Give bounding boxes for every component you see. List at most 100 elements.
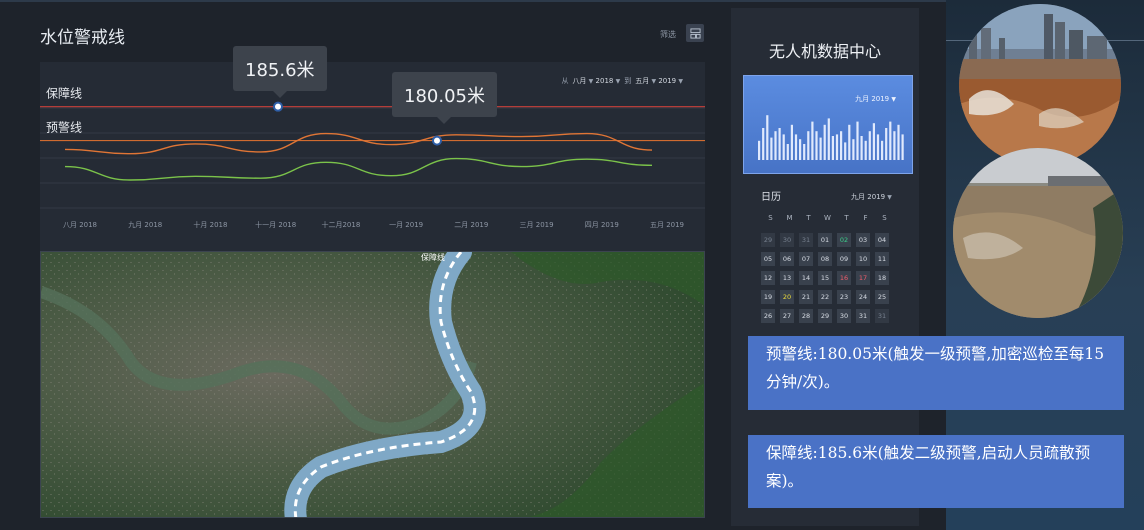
- x-tick-label: 八月 2018: [63, 221, 97, 229]
- calendar-weekday-row: SMTWTFS: [761, 214, 901, 228]
- calendar-day[interactable]: 03: [856, 233, 870, 247]
- map-canvas: 保障线: [41, 252, 704, 517]
- calendar-week-row: 19 20 21 22 23 24 25: [761, 290, 901, 304]
- calendar-weekday: S: [768, 214, 773, 222]
- drone-bar: [831, 136, 834, 160]
- drone-bar: [893, 131, 896, 160]
- calendar-weekday: F: [863, 214, 868, 222]
- calendar-day[interactable]: 13: [780, 271, 794, 285]
- x-tick-label: 四月 2019: [585, 221, 619, 229]
- tooltip-marker[interactable]: [432, 135, 442, 146]
- calendar-day[interactable]: 11: [875, 252, 889, 266]
- date-from-select[interactable]: 八月 ▼ 2018 ▼: [572, 76, 620, 86]
- chevron-down-icon: ▼: [588, 78, 594, 85]
- calendar-day[interactable]: 21: [799, 290, 813, 304]
- date-from-year: 2018: [595, 77, 614, 85]
- calendar-day[interactable]: 01: [818, 233, 832, 247]
- calendar-day[interactable]: 26: [761, 309, 775, 323]
- water-level-chart: 保障线 预警线 八月 2018 九月 2018 十月 2018 十一月 2018 十二月2…: [40, 62, 705, 252]
- calendar-day[interactable]: 17: [856, 271, 870, 285]
- x-tick-label: 十二月2018: [321, 220, 360, 229]
- calendar-grid: S M T W T F S 29 30 31 01 02 03 04 05 06 07 08 09 10 11 12 13 1…: [761, 214, 901, 323]
- calendar-day[interactable]: 29: [761, 233, 775, 247]
- calendar-weekday: S: [882, 214, 887, 222]
- filter-button[interactable]: [686, 24, 704, 42]
- drone-bar: [876, 134, 880, 160]
- chevron-down-icon: ▼: [887, 194, 892, 201]
- date-to-select[interactable]: 五月 ▼ 2019 ▼: [635, 76, 683, 86]
- x-tick-label: 二月 2019: [454, 221, 488, 229]
- calendar-day[interactable]: 02: [837, 233, 851, 247]
- calendar-day[interactable]: 27: [780, 309, 794, 323]
- satellite-map[interactable]: 保障线: [40, 251, 705, 518]
- series-line: [64, 132, 653, 155]
- drone-bar: [897, 124, 900, 160]
- x-tick-label: 三月 2019: [520, 221, 554, 229]
- calendar-day[interactable]: 24: [856, 290, 870, 304]
- drone-bar: [889, 121, 892, 160]
- drone-bar: [868, 131, 871, 160]
- date-from-month: 八月: [572, 77, 587, 85]
- calendar-day[interactable]: 16: [837, 271, 851, 285]
- calendar-day[interactable]: 30: [837, 309, 851, 323]
- calendar-day[interactable]: 31: [875, 309, 889, 323]
- filter-label[interactable]: 筛选: [660, 29, 676, 40]
- drone-bar: [790, 124, 793, 160]
- calendar-day[interactable]: 07: [799, 252, 813, 266]
- water-level-panel: 水位警戒线 筛选 保障线 预警线 八月 2018 九月 2018 十月 2018 十一月…: [22, 8, 722, 524]
- calendar-week-row: 12 13 14 15 16 17 18: [761, 271, 901, 285]
- calendar-month: 九月: [851, 193, 865, 201]
- reference-line-label: 保障线: [46, 86, 82, 101]
- date-range: 从 八月 ▼ 2018 ▼ 到 五月 ▼ 2019 ▼: [561, 76, 683, 86]
- drone-bar: [811, 121, 814, 160]
- calendar-day[interactable]: 04: [875, 233, 889, 247]
- calendar-day[interactable]: 20: [780, 290, 794, 304]
- calendar-day[interactable]: 06: [780, 252, 794, 266]
- chevron-down-icon: ▼: [615, 78, 621, 85]
- drone-bar: [848, 124, 851, 160]
- drone-bar: [774, 131, 777, 160]
- drone-bar: [856, 121, 859, 160]
- calendar-weekday: M: [786, 214, 793, 222]
- series-line: [64, 157, 653, 181]
- calendar-day[interactable]: 05: [761, 252, 775, 266]
- drone-activity-card[interactable]: 九月 2019 ▼: [743, 75, 913, 174]
- calendar-day[interactable]: 22: [818, 290, 832, 304]
- calendar-day[interactable]: 30: [780, 233, 794, 247]
- drone-bar: [860, 136, 863, 160]
- guarantee-line-note: 保障线:185.6米(触发二级预警,启动人员疏散预案)。: [748, 435, 1124, 508]
- calendar-month-select[interactable]: 九月 2019 ▼: [851, 192, 892, 202]
- date-to-label: 到: [624, 77, 632, 85]
- calendar-day[interactable]: 10: [856, 252, 870, 266]
- calendar-day[interactable]: 23: [837, 290, 851, 304]
- drone-bar: [844, 142, 847, 160]
- x-tick-label: 十月 2018: [193, 220, 227, 229]
- calendar-day[interactable]: 14: [799, 271, 813, 285]
- calendar-day[interactable]: 31: [799, 233, 813, 247]
- calendar-day[interactable]: 19: [761, 290, 775, 304]
- chevron-down-icon: ▼: [651, 78, 657, 85]
- tooltip-marker[interactable]: [273, 101, 283, 112]
- calendar-day[interactable]: 18: [875, 271, 889, 285]
- drone-bar: [766, 115, 769, 160]
- date-to-month: 五月: [635, 77, 650, 85]
- drone-bar: [815, 131, 818, 160]
- calendar-day[interactable]: 09: [837, 252, 851, 266]
- calendar-weekday: T: [844, 214, 849, 222]
- flood-photo-city-image: [959, 4, 1121, 166]
- calendar-day[interactable]: 29: [818, 309, 832, 323]
- calendar-day[interactable]: 15: [818, 271, 832, 285]
- calendar-day[interactable]: 28: [799, 309, 813, 323]
- drone-bar: [786, 144, 789, 160]
- calendar-day[interactable]: 25: [875, 290, 889, 304]
- reference-line-label: 预警线: [46, 120, 82, 135]
- calendar-year: 2019: [867, 193, 886, 201]
- calendar-week-row: 26 27 28 29 30 31 31: [761, 309, 901, 323]
- calendar-day[interactable]: 08: [818, 252, 832, 266]
- calendar-day[interactable]: 12: [761, 271, 775, 285]
- flood-photo-city: [959, 4, 1121, 166]
- map-label: 保障线: [421, 252, 445, 262]
- calendar-day[interactable]: 31: [856, 309, 870, 323]
- calendar-weekday: T: [806, 214, 811, 222]
- date-from-label: 从: [561, 77, 569, 85]
